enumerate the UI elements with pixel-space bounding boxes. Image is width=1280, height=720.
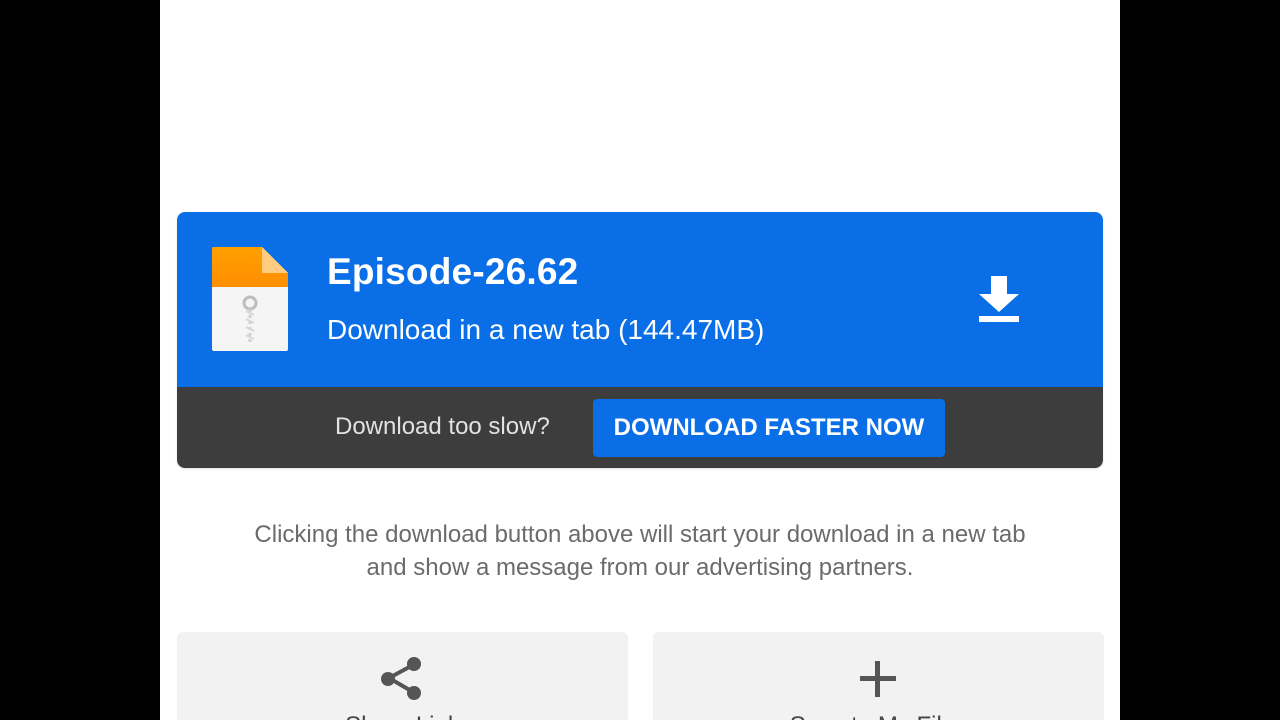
speed-bar: Download too slow? DOWNLOAD FASTER NOW xyxy=(177,387,1103,468)
download-card: Episode-26.62 Download in a new tab (144… xyxy=(177,212,1103,468)
notice-line-1: Clicking the download button above will … xyxy=(254,521,1026,548)
notice-line-2: and show a message from our advertising … xyxy=(366,554,914,581)
plus-icon xyxy=(860,661,896,697)
share-icon xyxy=(381,657,421,700)
download-notice: Clicking the download button above will … xyxy=(160,518,1120,584)
download-header[interactable]: Episode-26.62 Download in a new tab (144… xyxy=(177,212,1103,387)
zip-file-icon xyxy=(212,247,288,351)
file-name: Episode-26.62 xyxy=(327,251,579,292)
save-to-files-label: Save to My Files xyxy=(653,712,1104,720)
download-slow-question: Download too slow? xyxy=(335,413,550,440)
download-page: Episode-26.62 Download in a new tab (144… xyxy=(160,0,1120,720)
share-link-tile[interactable]: Share Link xyxy=(177,632,628,720)
share-link-label: Share Link xyxy=(177,712,628,720)
download-subtitle[interactable]: Download in a new tab (144.47MB) xyxy=(327,314,764,346)
download-faster-button[interactable]: DOWNLOAD FASTER NOW xyxy=(593,399,945,457)
download-icon[interactable] xyxy=(977,274,1021,324)
save-to-files-tile[interactable]: Save to My Files xyxy=(653,632,1104,720)
